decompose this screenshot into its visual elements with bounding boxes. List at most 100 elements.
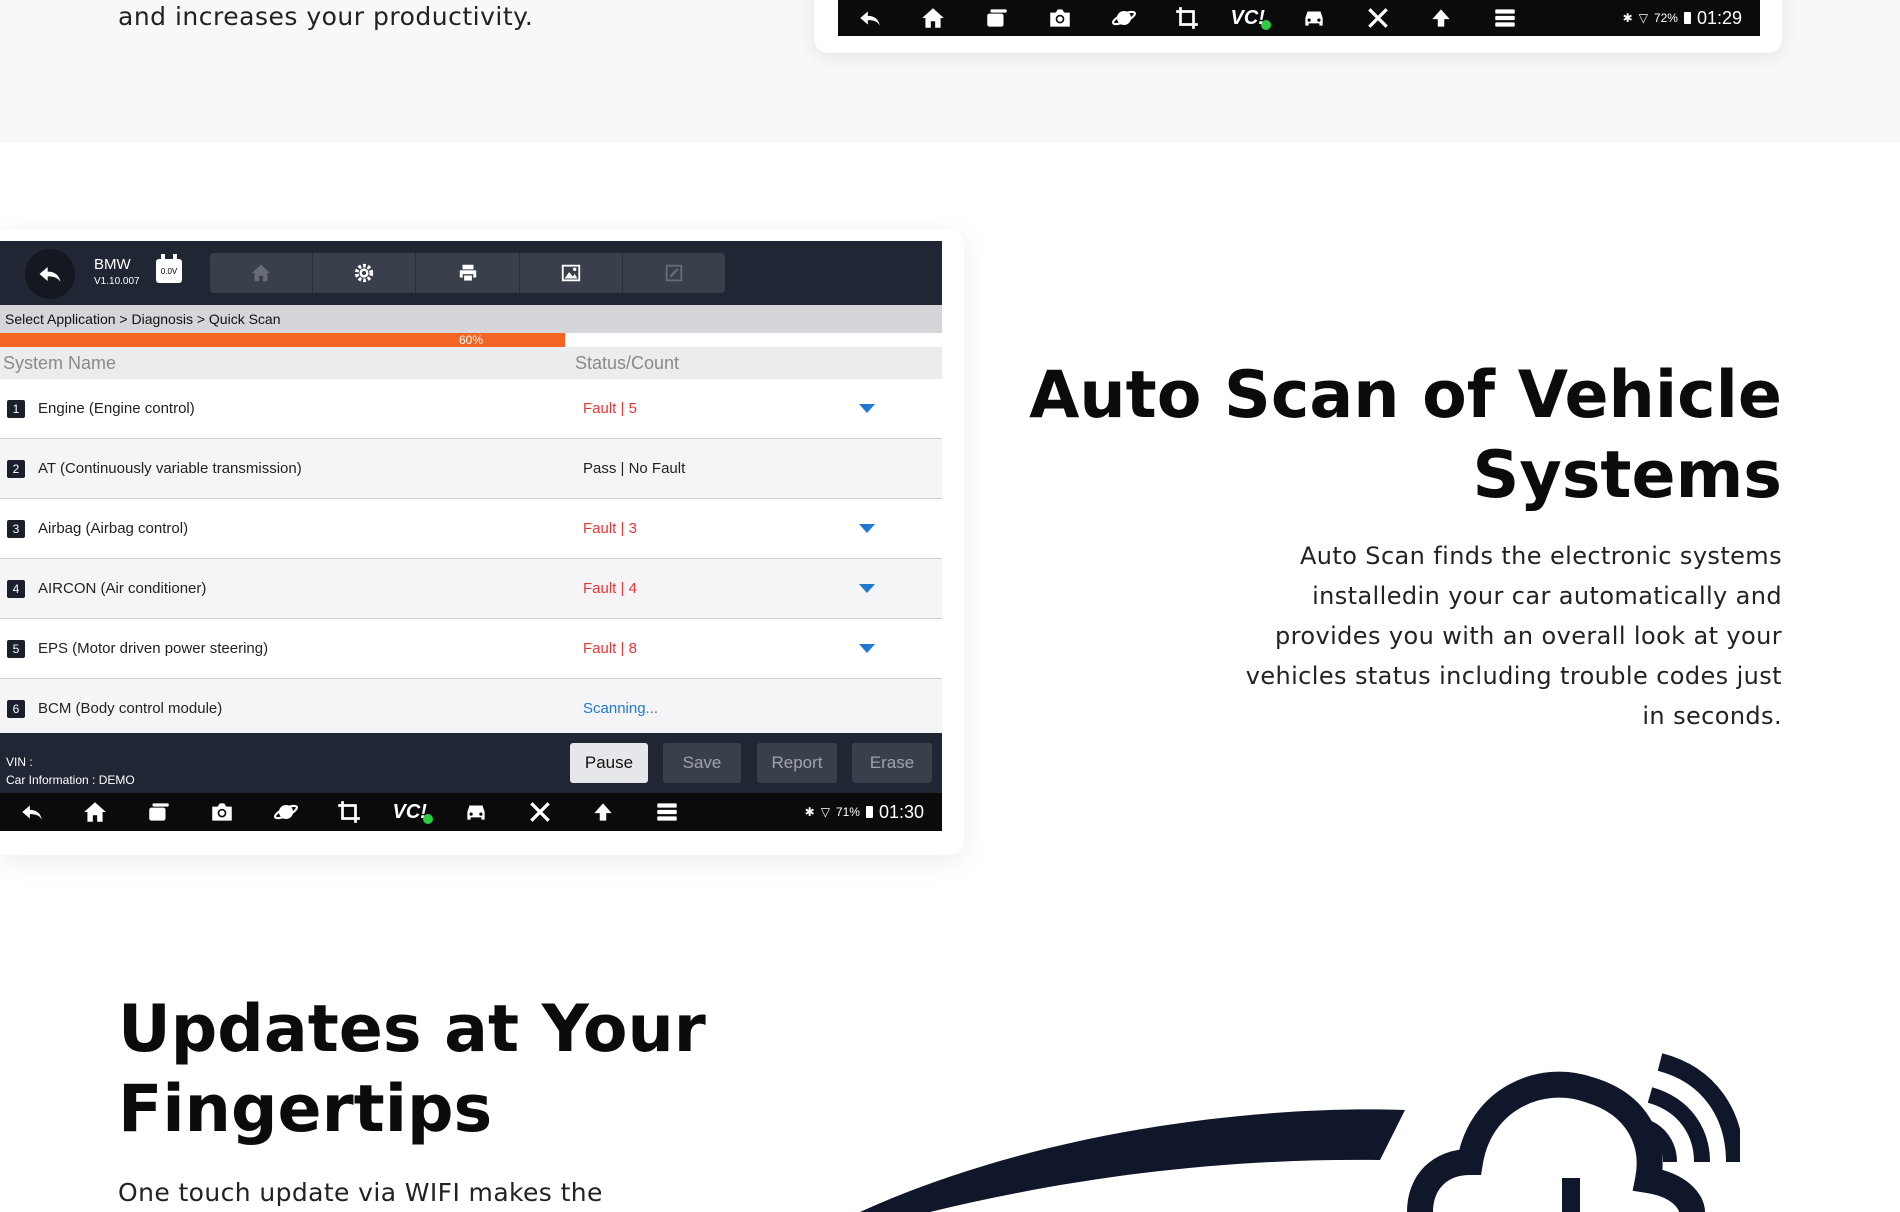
system-status: Pass | No Fault xyxy=(583,460,686,477)
screen-footer: VIN : Car Information : DEMO Pause Save … xyxy=(0,733,942,793)
menu-icon[interactable] xyxy=(635,793,699,831)
row-number: 4 xyxy=(7,579,25,598)
planet-icon[interactable] xyxy=(254,793,318,831)
bluetooth-icon: ✱ xyxy=(1622,11,1633,25)
toolbar-edit-button[interactable] xyxy=(623,253,725,293)
system-status: Fault | 4 xyxy=(583,580,637,597)
table-row[interactable]: 6 BCM (Body control module) Scanning... xyxy=(0,679,942,738)
android-nav-bar-top: VC! ✱ ▽ 72% 01:29 xyxy=(838,0,1760,36)
app-toolbar xyxy=(210,253,725,293)
productivity-text: and increases your productivity. xyxy=(118,2,534,31)
expand-caret-icon[interactable] xyxy=(859,404,875,413)
image-icon xyxy=(561,264,580,282)
tools-icon[interactable] xyxy=(508,793,572,831)
expand-caret-icon[interactable] xyxy=(859,584,875,593)
car-icon[interactable] xyxy=(1283,0,1347,36)
system-name: BCM (Body control module) xyxy=(38,700,223,717)
table-row[interactable]: 3 Airbag (Airbag control) Fault | 3 xyxy=(0,499,942,559)
planet-icon[interactable] xyxy=(1092,0,1156,36)
save-button[interactable]: Save xyxy=(663,743,741,783)
table-row[interactable]: 5 EPS (Motor driven power steering) Faul… xyxy=(0,619,942,679)
battery-icon xyxy=(1683,12,1691,24)
upload-icon[interactable] xyxy=(1410,0,1474,36)
wifi-icon: ▽ xyxy=(820,805,830,819)
table-header: System Name Status/Count xyxy=(0,347,942,379)
software-version: V1.10.007 xyxy=(94,276,140,287)
home-icon[interactable] xyxy=(902,0,966,36)
toolbar-settings-button[interactable] xyxy=(313,253,417,293)
tools-icon[interactable] xyxy=(1346,0,1410,36)
android-nav-bar: VC! ✱ ▽ 71% 01:30 xyxy=(0,793,942,831)
report-button[interactable]: Report xyxy=(757,743,837,783)
row-number: 5 xyxy=(7,639,25,658)
camera-icon[interactable] xyxy=(1029,0,1093,36)
table-row[interactable]: 2 AT (Continuously variable transmission… xyxy=(0,439,942,499)
row-number: 6 xyxy=(7,699,25,718)
home-icon xyxy=(251,264,271,282)
wifi-icon: ▽ xyxy=(1638,11,1648,25)
toolbar-home-button[interactable] xyxy=(210,253,314,293)
gear-icon xyxy=(355,263,374,283)
expand-caret-icon[interactable] xyxy=(859,524,875,533)
status-bar: ✱ ▽ 71% 01:30 xyxy=(805,802,942,823)
battery-level: 72% xyxy=(1653,11,1678,25)
crop-icon[interactable] xyxy=(1156,0,1220,36)
clock: 01:29 xyxy=(1696,7,1742,28)
back-icon[interactable] xyxy=(838,0,902,36)
pause-button[interactable]: Pause xyxy=(570,743,648,783)
system-status: Fault | 8 xyxy=(583,640,637,657)
battery-level: 71% xyxy=(835,805,860,819)
toolbar-print-button[interactable] xyxy=(416,253,520,293)
app-back-button[interactable] xyxy=(25,249,75,299)
expand-caret-icon[interactable] xyxy=(859,644,875,653)
vci-icon[interactable]: VC! xyxy=(1219,0,1283,36)
system-name: AIRCON (Air conditioner) xyxy=(38,580,207,597)
edit-icon xyxy=(665,264,683,282)
car-information: Car Information : DEMO xyxy=(6,773,135,787)
scan-progress-bar: 60% xyxy=(0,333,942,347)
printer-icon xyxy=(459,264,476,282)
cloud-update-illustration xyxy=(860,1053,1740,1212)
system-name: Engine (Engine control) xyxy=(38,400,195,417)
swoosh-shape xyxy=(860,1109,1405,1212)
vci-icon[interactable]: VC! xyxy=(381,793,445,831)
breadcrumb: Select Application > Diagnosis > Quick S… xyxy=(0,305,942,333)
status-bar-top: ✱ ▽ 72% 01:29 xyxy=(1623,8,1760,29)
camera-icon[interactable] xyxy=(191,793,255,831)
recent-apps-icon[interactable] xyxy=(965,0,1029,36)
app-header: BMW V1.10.007 0.0V xyxy=(0,241,942,305)
car-icon[interactable] xyxy=(445,793,509,831)
vehicle-info: VIN : Car Information : DEMO xyxy=(6,753,135,789)
row-number: 3 xyxy=(7,519,25,538)
system-name: AT (Continuously variable transmission) xyxy=(38,460,302,477)
brand-label: BMW xyxy=(94,256,131,273)
system-list: 1 Engine (Engine control) Fault | 5 2 AT… xyxy=(0,379,942,738)
column-status-count: Status/Count xyxy=(575,353,680,373)
table-row[interactable]: 4 AIRCON (Air conditioner) Fault | 4 xyxy=(0,559,942,619)
menu-icon[interactable] xyxy=(1473,0,1537,36)
system-status: Scanning... xyxy=(583,700,659,717)
vin-label: VIN : xyxy=(6,755,33,769)
download-arrow-icon xyxy=(1562,1178,1580,1212)
system-status: Fault | 5 xyxy=(583,400,637,417)
bluetooth-icon: ✱ xyxy=(804,805,815,819)
system-name: Airbag (Airbag control) xyxy=(38,520,189,537)
updates-description: One touch update via WIFI makes the xyxy=(118,1178,603,1207)
upload-icon[interactable] xyxy=(572,793,636,831)
clock: 01:30 xyxy=(878,801,924,822)
home-icon[interactable] xyxy=(64,793,128,831)
back-icon[interactable] xyxy=(0,793,64,831)
crop-icon[interactable] xyxy=(318,793,382,831)
auto-scan-description: Auto Scan finds the electronic systems i… xyxy=(1245,542,1782,730)
table-row[interactable]: 1 Engine (Engine control) Fault | 5 xyxy=(0,379,942,439)
scan-progress-label: 60% xyxy=(458,333,484,347)
auto-scan-heading: Auto Scan of Vehicle Systems xyxy=(1029,358,1782,513)
vehicle-brand: BMW V1.10.007 xyxy=(94,257,140,289)
updates-heading: Updates at Your Fingertips xyxy=(118,992,706,1147)
erase-button[interactable]: Erase xyxy=(852,743,932,783)
row-number: 2 xyxy=(7,459,25,478)
recent-apps-icon[interactable] xyxy=(127,793,191,831)
column-system-name: System Name xyxy=(3,353,117,373)
toolbar-screenshot-button[interactable] xyxy=(520,253,623,293)
system-name: EPS (Motor driven power steering) xyxy=(38,640,269,657)
